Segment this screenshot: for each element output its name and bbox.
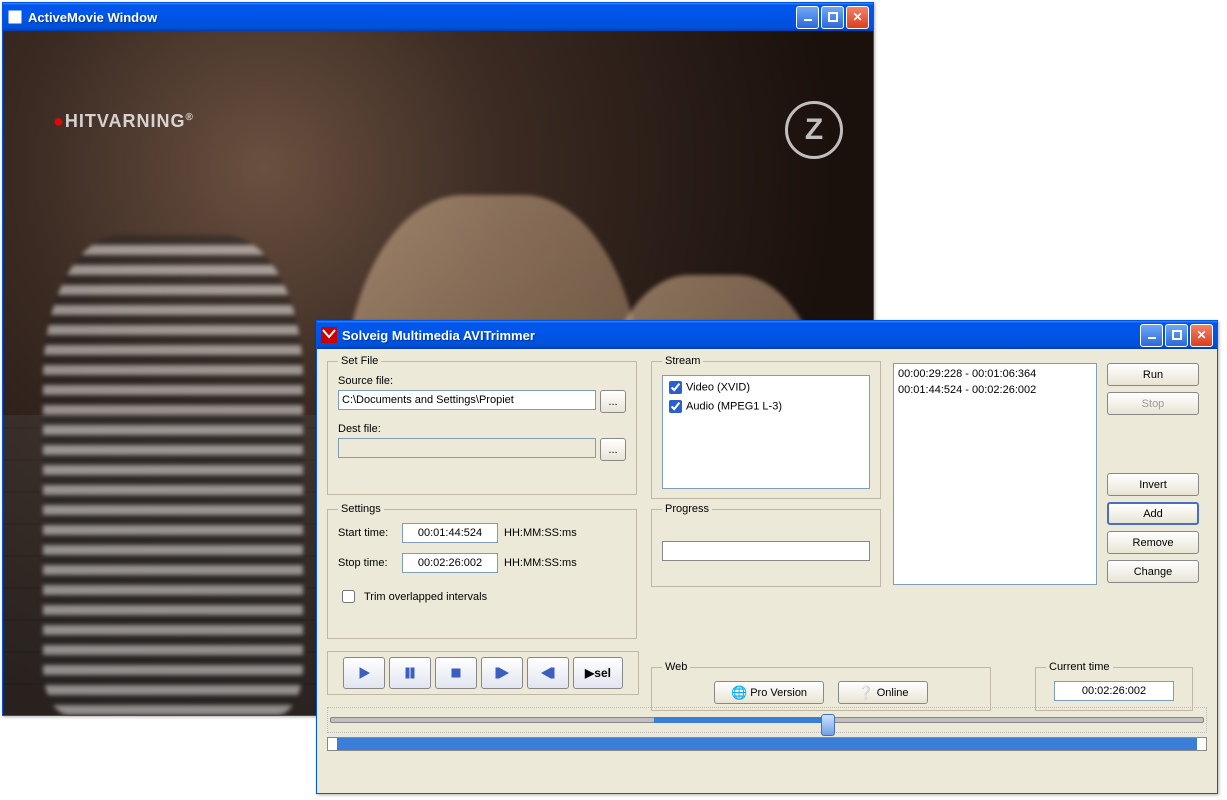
transport-controls: ▶sel — [327, 651, 639, 695]
window-title: Solveig Multimedia AVITrimmer — [342, 328, 1140, 343]
interval-item[interactable]: 00:00:29:228 - 00:01:06:364 — [898, 366, 1092, 382]
source-label: Source file: — [338, 375, 626, 387]
mark-out-button[interactable] — [527, 657, 569, 689]
dest-label: Dest file: — [338, 423, 626, 435]
time-format-label: HH:MM:SS:ms — [504, 527, 577, 539]
help-icon: ❔ — [857, 685, 873, 700]
settings-group: Settings Start time: HH:MM:SS:ms Stop ti… — [327, 503, 637, 639]
start-time-input[interactable] — [402, 523, 498, 543]
select-button[interactable]: ▶sel — [573, 657, 623, 689]
close-button[interactable]: ✕ — [1190, 324, 1213, 347]
remove-button[interactable]: Remove — [1107, 531, 1199, 554]
settings-legend: Settings — [338, 503, 384, 515]
stream-legend: Stream — [662, 355, 703, 367]
broadcast-logo: ●HITVARNING® — [53, 111, 194, 132]
setfile-group: Set File Source file: ... Dest file: ... — [327, 355, 637, 495]
channel-logo: Z — [785, 101, 843, 159]
setfile-legend: Set File — [338, 355, 381, 367]
change-button[interactable]: Change — [1107, 560, 1199, 583]
web-legend: Web — [662, 661, 690, 673]
stream-list[interactable]: Video (XVID) Audio (MPEG1 L-3) — [662, 375, 870, 489]
source-file-input[interactable] — [338, 390, 596, 410]
stream-checkbox[interactable] — [669, 381, 682, 394]
window-title: ActiveMovie Window — [28, 10, 796, 25]
time-format-label: HH:MM:SS:ms — [504, 557, 577, 569]
stop-time-label: Stop time: — [338, 557, 396, 569]
interval-item[interactable]: 00:01:44:524 - 00:02:26:002 — [898, 382, 1092, 398]
seek-thumb[interactable] — [821, 714, 835, 736]
minimize-button[interactable] — [1140, 324, 1163, 347]
avitrimmer-window: Solveig Multimedia AVITrimmer ✕ Set File… — [316, 320, 1218, 794]
play-button[interactable] — [343, 657, 385, 689]
globe-icon: 🌐 — [731, 685, 747, 700]
minimize-button[interactable] — [796, 6, 819, 29]
current-time-group: Current time — [1035, 661, 1193, 711]
stop-playback-button[interactable] — [435, 657, 477, 689]
run-button[interactable]: Run — [1107, 363, 1199, 386]
web-group: Web 🌐 Pro Version ❔ Online — [651, 661, 991, 711]
progress-legend: Progress — [662, 503, 712, 515]
stream-item[interactable]: Video (XVID) — [665, 378, 867, 397]
online-button[interactable]: ❔ Online — [838, 681, 928, 704]
stop-time-input[interactable] — [402, 553, 498, 573]
pause-button[interactable] — [389, 657, 431, 689]
current-time-display — [1054, 681, 1174, 701]
interval-list[interactable]: 00:00:29:228 - 00:01:06:364 00:01:44:524… — [893, 363, 1097, 585]
invert-button[interactable]: Invert — [1107, 473, 1199, 496]
dest-file-input[interactable] — [338, 438, 596, 458]
app-icon — [7, 9, 23, 25]
progress-bar — [662, 541, 870, 561]
trim-overlap-checkbox-label[interactable]: Trim overlapped intervals — [338, 587, 626, 606]
progress-group: Progress — [651, 503, 881, 587]
stream-group: Stream Video (XVID) Audio (MPEG1 L-3) — [651, 355, 881, 499]
add-button[interactable]: Add — [1107, 502, 1199, 525]
stream-checkbox[interactable] — [669, 400, 682, 413]
maximize-button[interactable] — [821, 6, 844, 29]
action-buttons: Run Stop Invert Add Remove Change — [1107, 363, 1199, 583]
current-time-legend: Current time — [1046, 661, 1113, 673]
close-button[interactable]: ✕ — [846, 6, 869, 29]
trimmer-titlebar[interactable]: Solveig Multimedia AVITrimmer ✕ — [317, 321, 1217, 349]
browse-dest-button[interactable]: ... — [600, 438, 626, 461]
timeline-area — [327, 707, 1207, 777]
activemovie-titlebar[interactable]: ActiveMovie Window ✕ — [3, 3, 873, 31]
seek-slider[interactable] — [327, 707, 1207, 733]
stop-button[interactable]: Stop — [1107, 392, 1199, 415]
browse-source-button[interactable]: ... — [600, 390, 626, 413]
interval-timeline[interactable] — [327, 737, 1207, 751]
start-time-label: Start time: — [338, 527, 396, 539]
mark-in-button[interactable] — [481, 657, 523, 689]
stream-item[interactable]: Audio (MPEG1 L-3) — [665, 397, 867, 416]
app-icon — [321, 327, 337, 343]
maximize-button[interactable] — [1165, 324, 1188, 347]
pro-version-button[interactable]: 🌐 Pro Version — [714, 681, 824, 704]
trim-overlap-checkbox[interactable] — [342, 590, 355, 603]
